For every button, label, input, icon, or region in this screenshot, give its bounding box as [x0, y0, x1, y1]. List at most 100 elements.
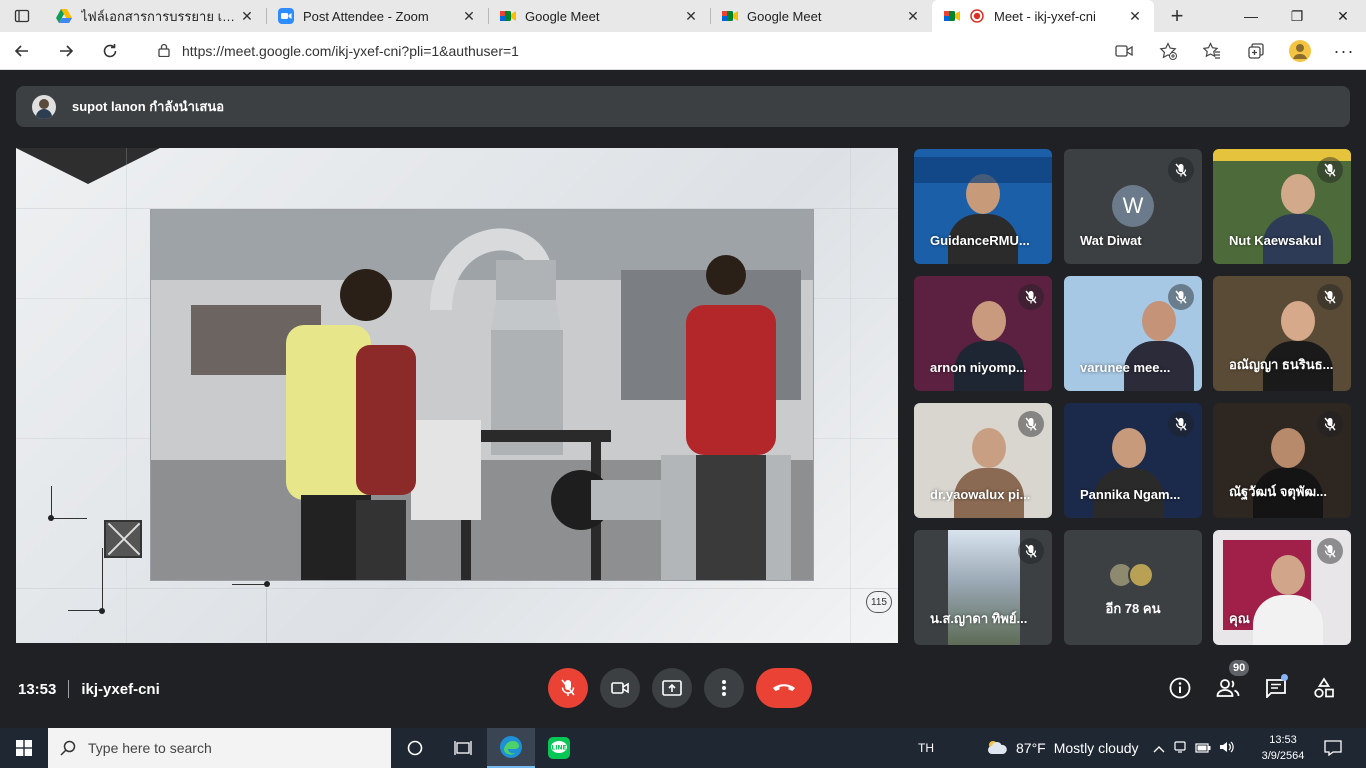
avatar: W	[1112, 185, 1154, 227]
volume-icon[interactable]	[1219, 740, 1235, 757]
battery-icon[interactable]	[1194, 740, 1211, 756]
participant-video	[948, 174, 1018, 264]
back-button[interactable]	[0, 32, 44, 70]
taskbar-edge-button[interactable]	[487, 728, 535, 768]
input-language-indicator[interactable]: TH	[918, 741, 934, 755]
participant-video	[1253, 555, 1323, 645]
presenter-avatar	[32, 94, 56, 119]
activities-button[interactable]	[1308, 672, 1340, 704]
participant-tile[interactable]: W Wat Diwat	[1064, 149, 1202, 264]
decorative-dot	[264, 581, 270, 587]
unread-indicator	[1281, 674, 1288, 681]
meeting-info: 13:53 ikj-yxef-cni	[18, 680, 160, 698]
participant-name: น.ส.ญาดา ทิพย์...	[930, 611, 1028, 626]
weather-temperature[interactable]: 87°F	[1016, 740, 1046, 756]
settings-menu-button[interactable]: ···	[1322, 32, 1366, 70]
video-camera-icon	[1115, 45, 1133, 57]
mic-off-icon	[1317, 411, 1343, 437]
restore-button[interactable]: ❐	[1274, 0, 1320, 32]
tab-close-icon[interactable]: ✕	[238, 8, 256, 25]
crossed-box-icon	[104, 520, 142, 558]
participant-tile[interactable]: ณัฐวัฒน์ จตุพัฒ...	[1213, 403, 1351, 518]
google-meet-icon	[722, 8, 738, 24]
taskbar-search-input[interactable]: Type here to search	[48, 728, 391, 768]
more-participants-tile[interactable]: อีก 78 คน	[1064, 530, 1202, 645]
participant-name: varunee mee...	[1080, 360, 1171, 375]
background-banner	[914, 157, 1052, 183]
more-vertical-icon	[722, 680, 726, 696]
add-favorite-button[interactable]	[1146, 32, 1190, 70]
bracket-line	[51, 518, 87, 519]
bracket-line	[68, 610, 102, 611]
edge-icon	[500, 736, 522, 758]
more-participants-avatars	[1108, 562, 1154, 588]
participant-tile[interactable]: Pannika Ngam...	[1064, 403, 1202, 518]
more-options-button[interactable]	[704, 668, 744, 708]
browser-tab-meet-1[interactable]: Google Meet ✕	[488, 0, 710, 32]
toggle-microphone-button[interactable]	[548, 668, 588, 708]
participant-video	[1094, 428, 1164, 518]
info-icon	[1169, 677, 1191, 699]
tab-close-icon[interactable]: ✕	[460, 8, 478, 25]
participant-tile[interactable]: น.ส.ญาดา ทิพย์...	[914, 530, 1052, 645]
start-button[interactable]	[0, 728, 48, 768]
tab-close-icon[interactable]: ✕	[1126, 8, 1144, 25]
favorites-button[interactable]	[1190, 32, 1234, 70]
grid-line	[850, 148, 851, 643]
refresh-button[interactable]	[88, 32, 132, 70]
google-drive-icon	[56, 8, 72, 24]
camera-permission-button[interactable]	[1102, 32, 1146, 70]
weather-description[interactable]: Mostly cloudy	[1054, 740, 1139, 756]
network-icon[interactable]	[1173, 740, 1187, 757]
present-screen-button[interactable]	[652, 668, 692, 708]
browser-tab-meet-active[interactable]: Meet - ikj-yxef-cni ✕	[932, 0, 1154, 32]
browser-tab-meet-2[interactable]: Google Meet ✕	[710, 0, 932, 32]
system-tray: TH 87°F Mostly cloudy	[918, 728, 1235, 768]
profile-button[interactable]	[1278, 32, 1322, 70]
participant-tile[interactable]: อณัญญา ธนรินธ...	[1213, 276, 1351, 391]
taskbar-line-button[interactable]: LINE	[535, 728, 583, 768]
participant-tile[interactable]: GuidanceRMU...	[914, 149, 1052, 264]
presentation-stage[interactable]: 115	[16, 148, 898, 643]
new-tab-button[interactable]: +	[1154, 0, 1200, 32]
meeting-details-button[interactable]	[1164, 672, 1196, 704]
browser-tab-zoom[interactable]: Post Attendee - Zoom ✕	[266, 0, 488, 32]
participant-video	[1253, 428, 1323, 518]
notification-center-button[interactable]	[1318, 736, 1348, 760]
tab-title: ไฟล์เอกสารการบรรยาย เทคนิคการ	[81, 8, 238, 24]
tab-close-icon[interactable]: ✕	[904, 8, 922, 25]
participant-name: คุณ	[1229, 611, 1250, 626]
svg-text:LINE: LINE	[551, 745, 566, 752]
participant-tile[interactable]: Nut Kaewsakul	[1213, 149, 1351, 264]
minimize-button[interactable]: —	[1228, 0, 1274, 32]
search-placeholder: Type here to search	[88, 740, 212, 756]
mic-off-icon	[1317, 157, 1343, 183]
tab-actions-button[interactable]	[0, 0, 44, 32]
meeting-controls-bar: 13:53 ikj-yxef-cni 90	[0, 660, 1366, 716]
taskbar-clock[interactable]: 13:53 3/9/2564	[1257, 732, 1309, 764]
star-add-icon	[1159, 42, 1177, 60]
participant-tile[interactable]: arnon niyomp...	[914, 276, 1052, 391]
close-window-button[interactable]: ✕	[1320, 0, 1366, 32]
forward-button[interactable]	[44, 32, 88, 70]
mic-off-icon	[1018, 538, 1044, 564]
chevron-up-icon[interactable]	[1153, 740, 1165, 756]
tab-close-icon[interactable]: ✕	[682, 8, 700, 25]
present-screen-icon	[662, 680, 682, 696]
browser-tab-drive[interactable]: ไฟล์เอกสารการบรรยาย เทคนิคการ ✕	[44, 0, 266, 32]
show-participants-button[interactable]	[1212, 672, 1244, 704]
tab-title: Meet - ikj-yxef-cni	[994, 8, 1096, 24]
collections-button[interactable]	[1234, 32, 1278, 70]
participant-video	[954, 301, 1024, 391]
address-bar[interactable]: https://meet.google.com/ikj-yxef-cni?pli…	[144, 36, 1094, 66]
cortana-icon	[407, 740, 423, 756]
leave-call-button[interactable]	[756, 668, 812, 708]
participant-tile[interactable]: dr.yaowalux pi...	[914, 403, 1052, 518]
toggle-camera-button[interactable]	[600, 668, 640, 708]
cortana-button[interactable]	[391, 728, 439, 768]
participant-tile[interactable]: varunee mee...	[1064, 276, 1202, 391]
mic-off-icon	[1018, 284, 1044, 310]
participant-tile[interactable]: คุณ	[1213, 530, 1351, 645]
task-view-button[interactable]	[439, 728, 487, 768]
tab-title: Post Attendee - Zoom	[303, 8, 429, 24]
